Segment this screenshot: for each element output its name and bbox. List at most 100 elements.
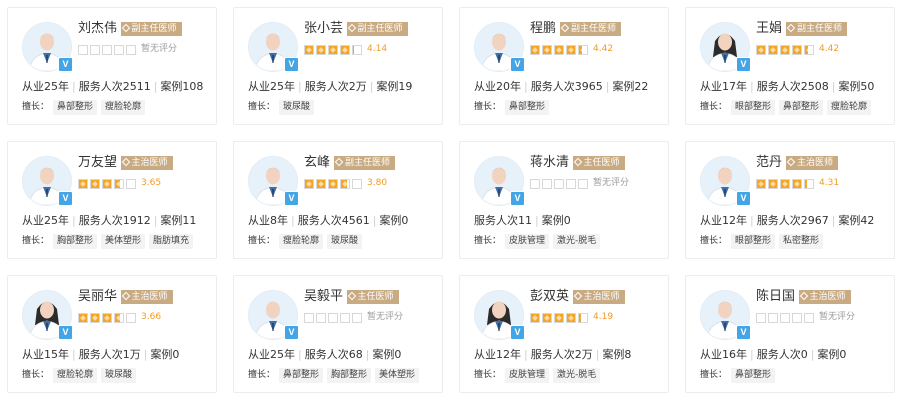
doctor-name[interactable]: 刘杰伟 [78,20,117,38]
divider: | [750,348,754,361]
doctor-card[interactable]: V 刘杰伟 副主任医师 暂无评分 从业25年 | 服务人次2511 | 案例108 擅长： 鼻部整形… [7,7,217,125]
divider: | [143,348,148,361]
doctor-name[interactable]: 玄峰 [304,154,330,172]
doctor-name[interactable]: 程鹏 [530,20,556,38]
divider: | [153,80,158,93]
star-icon [756,313,766,323]
doctor-name[interactable]: 彭双英 [530,288,569,306]
years-practice: 从业15年 [22,348,69,361]
specialty-tag[interactable]: 玻尿酸 [279,100,315,115]
star-icon [792,45,802,55]
star-icon [756,45,766,55]
specialty-tag[interactable]: 瘦脸轮廓 [827,100,872,115]
divider: | [291,214,295,227]
star-icon [768,179,778,189]
star-icon [566,45,576,55]
specialty-tag[interactable]: 鼻部整形 [779,100,824,115]
star-icon [768,313,778,323]
doctor-card[interactable]: V 万友望 主治医师 3.65 从业25年 | 服务人次1912 | 案例11 擅长： 胸部整形 美体… [7,141,217,259]
star-icon [756,179,766,189]
star-fill [91,314,99,322]
case-count: 案例108 [160,80,204,93]
rating-score: 暂无评分 [593,178,630,188]
doctor-card[interactable]: V 王娟 副主任医师 4.42 从业17年 | 服务人次2508 | 案例50 擅长： 眼部整形 鼻部… [685,7,895,125]
specialty-tag[interactable]: 鼻部整形 [731,368,776,383]
star-icon [114,45,124,55]
specialty-tag[interactable]: 瘦脸轮廓 [279,234,324,249]
star-fill [329,46,337,54]
specialty-tag[interactable]: 皮肤管理 [505,368,550,383]
star-fill [543,314,551,322]
doctor-name[interactable]: 陈日国 [756,288,795,306]
specialty-tag[interactable]: 瘦脸轮廓 [101,100,146,115]
specialty-tag[interactable]: 鼻部整形 [505,100,550,115]
specialty-tag[interactable]: 脂肪填充 [149,234,194,249]
doctor-card[interactable]: V 彭双英 主治医师 4.19 从业12年 | 服务人次2万 | 案例8 擅长： 皮肤管理 激光-脱毛 [459,275,669,393]
doctor-card[interactable]: V 吴丽华 主治医师 3.66 从业15年 | 服务人次1万 | 案例0 擅长： 瘦脸轮廓 玻尿酸 [7,275,217,393]
doctor-card[interactable]: V 陈日国 主治医师 暂无评分 从业16年 | 服务人次0 | 案例0 擅长： 鼻部整形 [685,275,895,393]
specialty-tag[interactable]: 眼部整形 [731,234,776,249]
case-count: 案例0 [150,348,180,361]
doctor-stats: 从业17年 | 服务人次2508 | 案例50 [700,80,874,94]
star-icon [780,45,790,55]
specialty-tag[interactable]: 瘦脸轮廓 [53,368,98,383]
specialties: 擅长： 玻尿酸 [248,100,318,115]
doctor-stats: 从业12年 | 服务人次2万 | 案例8 [474,348,631,362]
specialty-tag[interactable]: 胸部整形 [53,234,98,249]
star-icon [316,179,326,189]
star-fill [781,46,789,54]
star-icon [804,45,814,55]
doctor-name[interactable]: 蒋水清 [530,154,569,172]
doctor-card[interactable]: V 张小芸 副主任医师 4.14 从业25年 | 服务人次2万 | 案例19 擅长： 玻尿酸 [233,7,443,125]
doctor-name[interactable]: 吴丽华 [78,288,117,306]
verified-icon: V [58,325,73,340]
specialty-tag[interactable]: 眼部整形 [731,100,776,115]
specialty-tag[interactable]: 胸部整形 [327,368,372,383]
doctor-title-badge: 主任医师 [346,290,399,304]
divider: | [535,214,539,227]
doctor-name[interactable]: 万友望 [78,154,117,172]
doctor-stats: 从业25年 | 服务人次2511 | 案例108 [22,80,203,94]
case-count: 案例0 [379,214,409,227]
specialty-tag[interactable]: 激光-脱毛 [553,368,601,383]
specialty-tag[interactable]: 鼻部整形 [53,100,98,115]
verified-icon: V [284,191,299,206]
star-icon [126,313,136,323]
doctor-name[interactable]: 吴毅平 [304,288,343,306]
specialty-tag[interactable]: 美体塑形 [375,368,420,383]
specialty-tag[interactable]: 玻尿酸 [327,234,363,249]
years-practice: 从业20年 [474,80,521,93]
service-count: 服务人次68 [304,348,363,361]
doctor-name[interactable]: 张小芸 [304,20,343,38]
doctor-card[interactable]: V 吴毅平 主任医师 暂无评分 从业25年 | 服务人次68 | 案例0 擅长： 鼻部整形 胸部整形美… [233,275,443,393]
years-practice: 从业12年 [700,214,747,227]
specialty-tag[interactable]: 玻尿酸 [101,368,137,383]
specialty-tag[interactable]: 美体塑形 [101,234,146,249]
divider: | [524,80,528,93]
doctor-name[interactable]: 王娟 [756,20,782,38]
specialty-tag[interactable]: 鼻部整形 [279,368,324,383]
rating-score: 3.66 [141,312,162,322]
star-fill [769,46,777,54]
star-fill [317,180,325,188]
doctor-stats: 服务人次11 | 案例0 [474,214,571,228]
star-icon [114,313,124,323]
doctor-card[interactable]: V 范丹 主治医师 4.31 从业12年 | 服务人次2967 | 案例42 擅长： 眼部整形 私密整… [685,141,895,259]
star-icon [352,179,362,189]
star-fill [305,46,313,54]
specialty-tag[interactable]: 皮肤管理 [505,234,550,249]
star-icon [328,45,338,55]
doctor-stats: 从业8年 | 服务人次4561 | 案例0 [248,214,408,228]
star-icon [316,45,326,55]
doctor-card[interactable]: V 程鹏 副主任医师 4.42 从业20年 | 服务人次3965 | 案例22 擅长： 鼻部整形 [459,7,669,125]
specialty-label: 擅长： [22,370,50,380]
doctor-card[interactable]: V 蒋水清 主任医师 暂无评分 服务人次11 | 案例0 擅长： 皮肤管理 激光-脱毛 [459,141,669,259]
specialty-label: 擅长： [700,236,728,246]
years-practice: 从业12年 [474,348,521,361]
divider: | [153,214,158,227]
doctor-card[interactable]: V 玄峰 副主任医师 3.80 从业8年 | 服务人次4561 | 案例0 擅长： 瘦脸轮廓 玻尿酸 [233,141,443,259]
star-fill [793,180,801,188]
specialty-tag[interactable]: 私密整形 [779,234,824,249]
specialty-tag[interactable]: 激光-脱毛 [553,234,601,249]
doctor-name[interactable]: 范丹 [756,154,782,172]
